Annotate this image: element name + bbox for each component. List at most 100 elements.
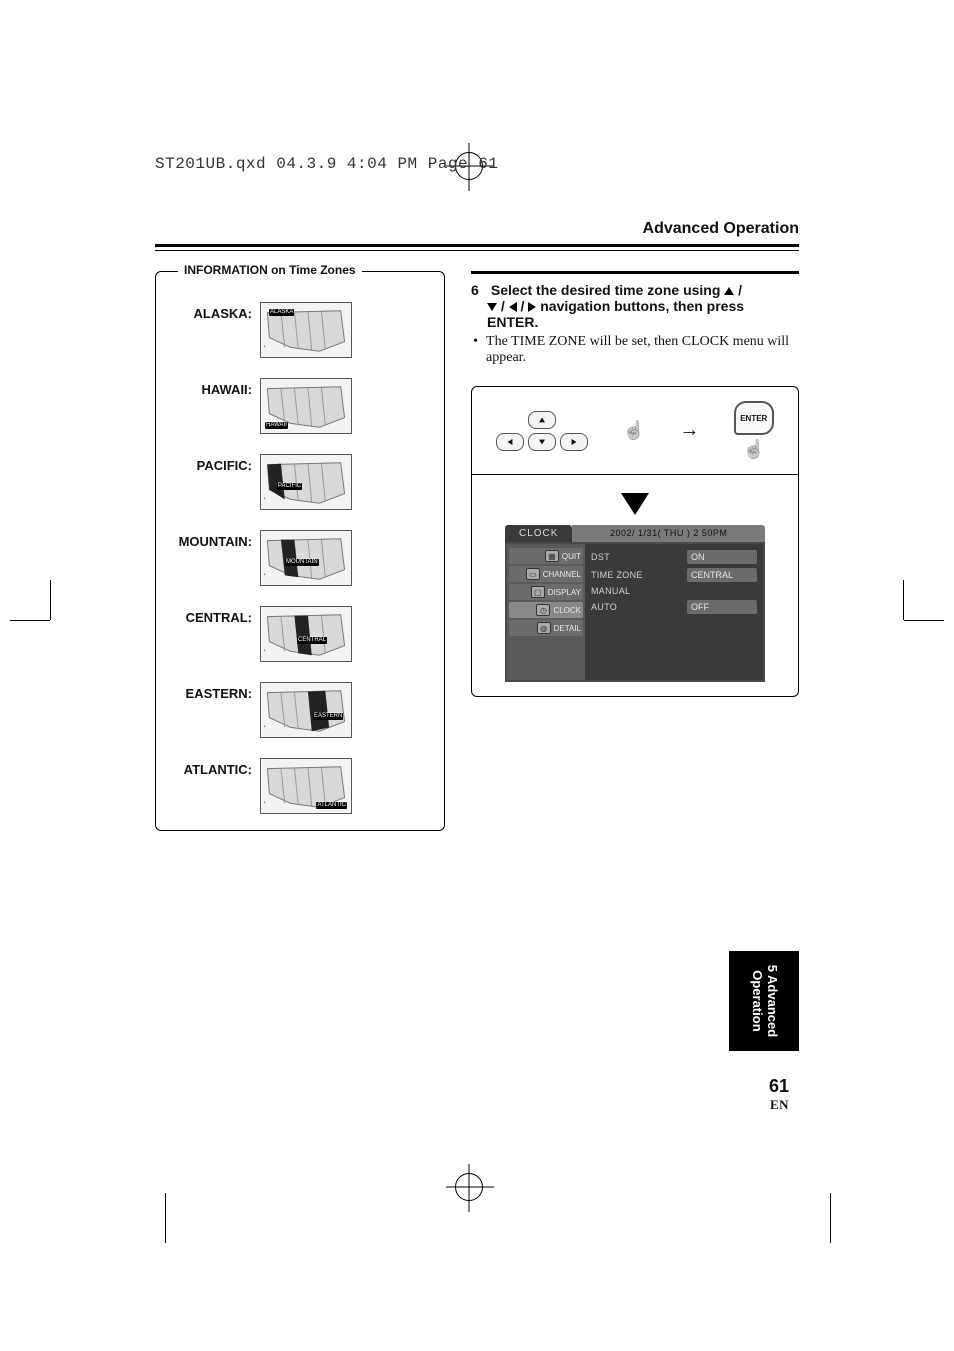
us-map-icon: MOUNTAIN ʻ (260, 530, 352, 586)
osd-main: DST ON TIME ZONE CENTRAL MANUAL (585, 544, 763, 680)
osd-value: CENTRAL (687, 568, 757, 582)
hawaii-marker: ʻ (264, 346, 266, 353)
osd-side-channel: ▭CHANNEL (509, 566, 583, 582)
osd-key: MANUAL (591, 586, 757, 596)
clock-icon: ◷ (536, 604, 550, 616)
detail-icon: ◍ (537, 622, 551, 634)
remote-row: ☝ → ENTER ☝ (472, 387, 798, 475)
enter-label: ENTER (740, 414, 767, 423)
tz-tag: CENTRAL (297, 637, 327, 644)
channel-icon: ▭ (526, 568, 540, 580)
trim-mark (830, 1193, 831, 1243)
hawaii-marker: ʻ (264, 726, 266, 733)
info-box-title: INFORMATION on Time Zones (178, 263, 362, 277)
illustration-panel: ☝ → ENTER ☝ CLOCK 2002/ 1/31( THU ) (471, 386, 799, 697)
tz-row-atlantic: ATLANTIC: ATLANTIC ʻ (168, 758, 432, 814)
triangle-up-icon (724, 287, 734, 295)
chapter-tab-line2: Operation (750, 970, 765, 1031)
page: ST201UB.qxd 04.3.9 4:04 PM Page 61 Advan… (0, 0, 954, 1351)
tz-row-mountain: MOUNTAIN: MOUNTAIN ʻ (168, 530, 432, 586)
osd-row-dst: DST ON (591, 550, 757, 564)
tz-tag: EASTERN (313, 713, 343, 720)
page-number-block: 61 EN (769, 1076, 789, 1113)
hawaii-marker: ʻ (264, 650, 266, 657)
tz-tag: HAWAII (265, 422, 288, 429)
triangle-up-icon (539, 417, 545, 422)
chapter-tab: 5 Advanced Operation (729, 951, 799, 1051)
hawaii-marker: ʻ (264, 498, 266, 505)
us-map-icon: ALASKA ʻ (260, 302, 352, 358)
osd-key: AUTO (591, 602, 681, 612)
step-text: / (497, 298, 509, 314)
display-icon: ▢ (531, 586, 545, 598)
page-lang: EN (769, 1097, 789, 1113)
tz-row-alaska: ALASKA: ALASKA ʻ (168, 302, 432, 358)
tz-label: PACIFIC: (168, 454, 252, 473)
osd-key: TIME ZONE (591, 570, 681, 580)
osd-side-label: DISPLAY (548, 588, 581, 597)
osd-side-label: CHANNEL (543, 570, 581, 579)
osd-row-timezone: TIME ZONE CENTRAL (591, 568, 757, 582)
trim-mark (165, 1193, 166, 1243)
us-map-icon: CENTRAL ʻ (260, 606, 352, 662)
osd-clock-menu: CLOCK 2002/ 1/31( THU ) 2 50PM ▦QUIT ▭CH… (505, 525, 765, 682)
hawaii-marker: ʻ (264, 574, 266, 581)
section-header: Advanced Operation (155, 220, 799, 244)
osd-side-detail: ◍DETAIL (509, 620, 583, 636)
tz-label: CENTRAL: (168, 606, 252, 625)
file-stamp: ST201UB.qxd 04.3.9 4:04 PM Page 61 (155, 155, 498, 173)
arrow-down-icon (621, 493, 649, 515)
step-text: Select the desired time zone using (491, 282, 724, 298)
remote-dpad (496, 411, 588, 451)
tz-label: HAWAII: (168, 378, 252, 397)
remote-enter-key: ENTER (734, 401, 774, 435)
crop-mark-right (824, 620, 904, 700)
tz-row-central: CENTRAL: CENTRAL ʻ (168, 606, 432, 662)
tz-label: ATLANTIC: (168, 758, 252, 777)
osd-side-quit: ▦QUIT (509, 548, 583, 564)
osd-date: 2002/ 1/31( THU ) 2 50PM (572, 525, 765, 542)
triangle-down-icon (487, 303, 497, 311)
tz-row-eastern: EASTERN: EASTERN ʻ (168, 682, 432, 738)
hand-pointer-icon: ☝ (623, 420, 645, 441)
page-number: 61 (769, 1076, 789, 1097)
us-map-icon: EASTERN ʻ (260, 682, 352, 738)
step-text: navigation buttons, then press (536, 298, 744, 314)
osd-side-label: QUIT (562, 552, 581, 561)
tz-tag: ATLANTIC (316, 802, 347, 809)
timezone-info-box: INFORMATION on Time Zones ALASKA: ALASKA… (155, 271, 445, 831)
bullet-dot: • (471, 334, 480, 366)
tz-tag: MOUNTAIN (285, 559, 319, 566)
tz-label: EASTERN: (168, 682, 252, 701)
rule-thick (155, 244, 799, 247)
osd-side-label: CLOCK (553, 606, 581, 615)
triangle-left-icon (509, 302, 517, 312)
hawaii-marker: ʻ (264, 802, 266, 809)
remote-left-key (496, 433, 524, 451)
rule-thin (155, 250, 799, 251)
content-area: Advanced Operation INFORMATION on Time Z… (155, 220, 799, 1121)
osd-row-manual: MANUAL (591, 586, 757, 596)
bullet-text: The TIME ZONE will be set, then CLOCK me… (486, 334, 799, 366)
hand-pointer-icon: ☝ (743, 439, 765, 460)
step-bullet: • The TIME ZONE will be set, then CLOCK … (471, 334, 799, 366)
us-map-icon: HAWAII (260, 378, 352, 434)
osd-key: DST (591, 552, 681, 562)
tz-label: MOUNTAIN: (168, 530, 252, 549)
us-map-icon: PACIFIC ʻ (260, 454, 352, 510)
screen-wrap: CLOCK 2002/ 1/31( THU ) 2 50PM ▦QUIT ▭CH… (472, 475, 798, 696)
triangle-right-icon (572, 439, 577, 445)
triangle-left-icon (508, 439, 513, 445)
step-6: 6 Select the desired time zone using / /… (471, 282, 799, 330)
step-text: / (517, 298, 529, 314)
osd-value: ON (687, 550, 757, 564)
step-number: 6 (471, 282, 487, 298)
osd-side-clock: ◷CLOCK (509, 602, 583, 618)
step-text: / (734, 282, 742, 298)
remote-right-key (560, 433, 588, 451)
arrow-right-icon: → (679, 419, 699, 442)
chapter-tab-line1: 5 Advanced (765, 965, 780, 1038)
osd-sidebar: ▦QUIT ▭CHANNEL ▢DISPLAY ◷CLOCK ◍DETAIL (507, 544, 585, 680)
tz-label: ALASKA: (168, 302, 252, 321)
crop-mark-left (50, 620, 130, 700)
